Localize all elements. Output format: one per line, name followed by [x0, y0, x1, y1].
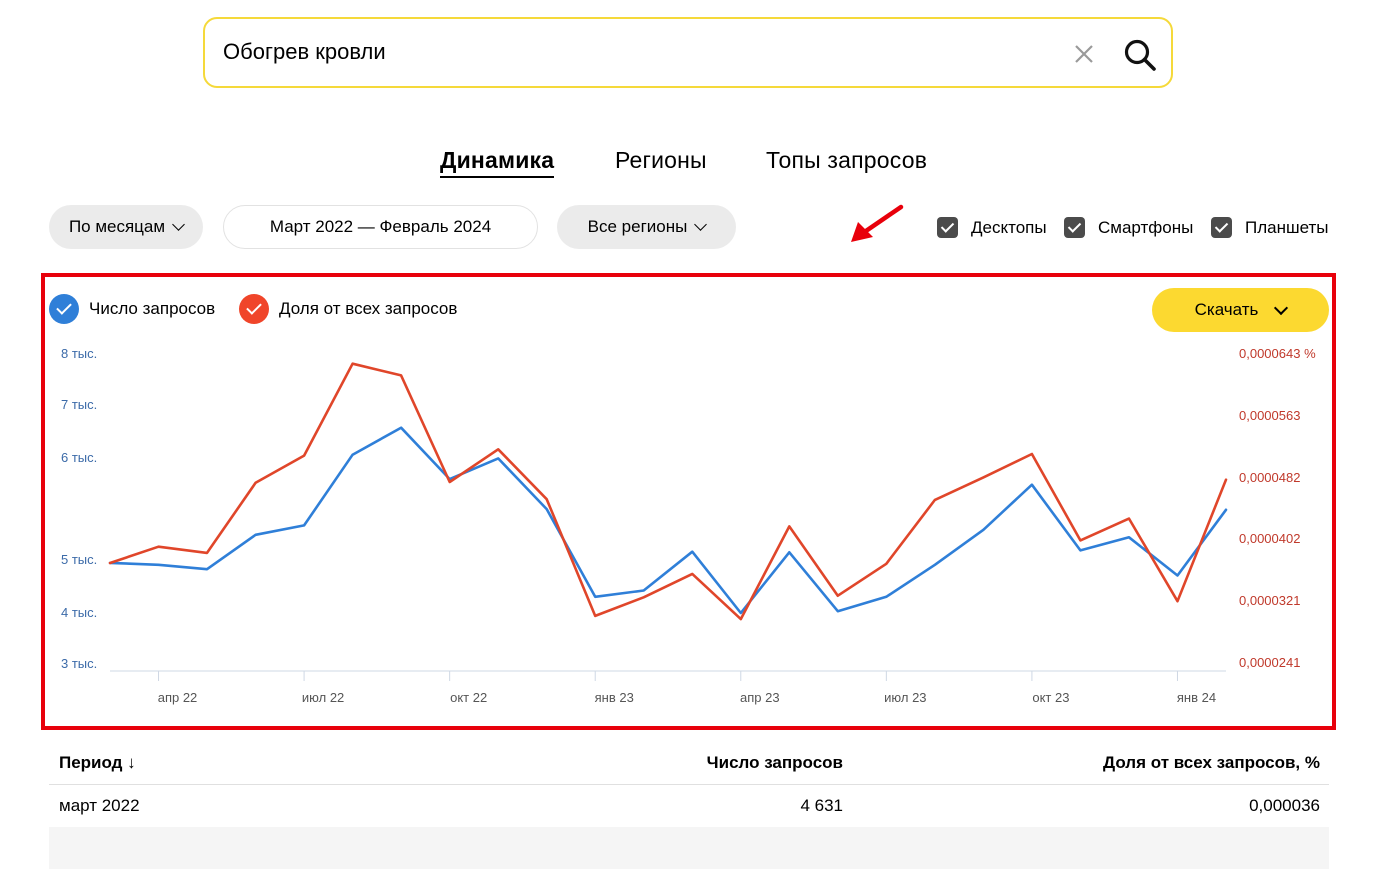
checkbox-checked-icon [1211, 217, 1232, 238]
download-button[interactable]: Скачать [1152, 288, 1329, 332]
checkbox-tablets[interactable]: Планшеты [1211, 217, 1329, 238]
annotation-arrow-icon [851, 204, 904, 242]
column-header-share[interactable]: Доля от всех запросов, % [1103, 741, 1320, 784]
chart-highlight-frame [41, 273, 1336, 730]
chevron-down-icon [1274, 300, 1289, 315]
column-header-period[interactable]: Период ↓ [59, 741, 136, 784]
period-dropdown[interactable]: По месяцам [49, 205, 203, 249]
tab-dynamics[interactable]: Динамика [440, 147, 555, 178]
table-cell-query-count: 4 631 [800, 796, 843, 815]
checkbox-smartphones-label: Смартфоны [1098, 217, 1194, 237]
checkbox-checked-icon [937, 217, 958, 238]
checkbox-smartphones[interactable]: Смартфоны [1064, 217, 1193, 238]
checkbox-desktops-label: Десктопы [971, 217, 1047, 237]
legend-item-share[interactable]: Доля от всех запросов [239, 294, 457, 324]
chevron-down-icon [694, 218, 708, 231]
date-range-picker[interactable]: Март 2022 — Февраль 2024 [223, 205, 538, 249]
close-icon[interactable] [1073, 43, 1095, 65]
tabs-bar: Динамика Регионы Топы запросов [0, 147, 1377, 181]
legend-label-share: Доля от всех запросов [279, 299, 458, 318]
table-header-row: Период ↓ Число запросов Доля от всех зап… [49, 741, 1329, 785]
period-dropdown-label: По месяцам [68, 217, 166, 236]
search-box[interactable] [203, 17, 1173, 88]
download-button-label: Скачать [1194, 300, 1259, 319]
date-range-label: Март 2022 — Февраль 2024 [269, 217, 492, 236]
checkbox-tablets-label: Планшеты [1245, 217, 1329, 237]
checkbox-desktops[interactable]: Десктопы [937, 217, 1047, 238]
chevron-down-icon [172, 218, 185, 231]
table-row: март 2022 4 631 0,000036 [49, 785, 1329, 827]
checkbox-checked-icon [1064, 217, 1085, 238]
search-icon[interactable] [1123, 38, 1157, 72]
tab-regions[interactable]: Регионы [615, 147, 707, 174]
regions-dropdown-label: Все регионы [587, 217, 688, 236]
search-input[interactable] [223, 39, 1043, 65]
check-circle-icon [239, 294, 269, 324]
table-cell-period: март 2022 [59, 796, 140, 815]
tab-top-queries[interactable]: Топы запросов [766, 147, 927, 174]
legend-label-query-count: Число запросов [89, 299, 216, 318]
table-cell-share: 0,000036 [1249, 796, 1320, 815]
column-header-query-count[interactable]: Число запросов [707, 741, 843, 784]
table-row [49, 827, 1329, 869]
check-circle-icon [49, 294, 79, 324]
regions-dropdown[interactable]: Все регионы [557, 205, 736, 249]
legend-item-query-count[interactable]: Число запросов [49, 294, 215, 324]
